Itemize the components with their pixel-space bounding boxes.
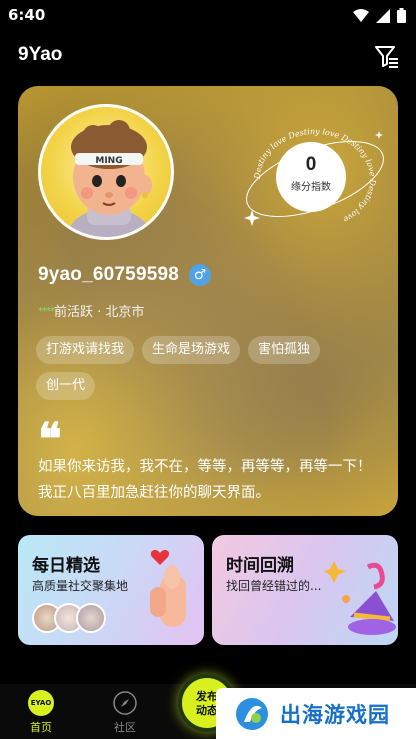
watermark-text: 出海游戏园 — [280, 702, 390, 727]
filter-icon[interactable] — [372, 42, 400, 70]
profile-card: MING Destiny love Destiny love Destiny l… — [18, 86, 398, 516]
daily-picks-title: 每日精选 — [32, 556, 100, 576]
username-row: 9yao_60759598 ♂ — [38, 264, 212, 286]
tag-item[interactable]: 创一代 — [36, 372, 96, 400]
nav-home-label: 首页 — [30, 721, 52, 734]
mini-avatar — [76, 603, 106, 633]
app-title: 9Yao — [18, 44, 63, 65]
time-rewind-subtitle: 找回曾经错过的... — [226, 579, 322, 593]
nav-community[interactable]: 社区 — [100, 690, 150, 735]
username: 9yao_60759598 — [38, 264, 180, 285]
avatar[interactable]: MING — [38, 104, 174, 240]
avatar-character: MING — [69, 120, 152, 237]
watermark-logo — [236, 697, 268, 730]
activity-status: ****前活跃 · 北京市 — [38, 301, 144, 320]
home-logo-icon: EYAO — [28, 690, 54, 716]
publish-label-line2: 动态 — [196, 704, 218, 717]
activity-text: 前活跃 · 北京市 — [54, 305, 145, 320]
tag-item[interactable]: 害怕孤独 — [248, 336, 321, 364]
tag-item[interactable]: 生命是场游戏 — [142, 336, 241, 364]
male-gender-icon: ♂ — [189, 264, 212, 286]
tag-item[interactable]: 打游戏请找我 — [36, 336, 135, 364]
app-header: 9Yao — [0, 38, 416, 74]
status-icons — [353, 8, 406, 23]
finger-heart-icon — [150, 550, 186, 627]
signal-icon — [376, 8, 390, 23]
status-time: 6:40 — [8, 6, 46, 24]
affinity-score: 0 缘分指数 — [276, 142, 346, 212]
time-rewind-title: 时间回溯 — [226, 556, 294, 576]
battery-icon — [397, 8, 406, 23]
publish-label-line1: 发布 — [196, 690, 218, 703]
nav-home[interactable]: EYAO 首页 — [16, 690, 66, 735]
affinity-score-label: 缘分指数 — [291, 182, 331, 193]
activity-stars: **** — [38, 306, 55, 317]
bio-text: 如果你来访我，我不在，等等，再等等，再等一下！我正八百里加急赶往你的聊天界面。 — [38, 459, 372, 501]
wifi-icon — [353, 9, 369, 22]
daily-picks-subtitle: 高质量社交聚集地 — [32, 579, 129, 593]
sparkle-icon — [244, 210, 260, 226]
affinity-score-value: 0 — [305, 154, 317, 175]
daily-picks-card[interactable]: 每日精选 高质量社交聚集地 — [18, 535, 204, 645]
watermark: 出海游戏园 — [216, 688, 416, 739]
user-avatars-strip — [32, 603, 106, 633]
status-bar: 6:40 — [0, 0, 416, 30]
headband-text: MING — [95, 156, 122, 166]
interest-tags: 打游戏请找我 生命是场游戏 害怕孤独 创一代 — [36, 336, 376, 400]
time-rewind-card[interactable]: 时间回溯 找回曾经错过的... — [212, 535, 398, 645]
compass-icon — [113, 691, 137, 715]
party-popper-icon — [324, 561, 396, 635]
nav-community-label: 社区 — [114, 721, 136, 734]
sparkle-icon-small — [375, 131, 383, 139]
